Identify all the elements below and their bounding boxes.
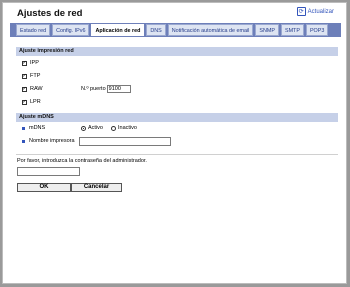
mdns-active-label: Activo [88,125,103,131]
ftp-label: FTP [30,73,41,79]
section-mdns-header: Ajuste mDNS [16,113,338,122]
section-print-header: Ajuste impresión red [16,47,338,56]
lpr-label: LPR [30,99,41,105]
port-label: N.º puerto [81,86,106,92]
ftp-row: ✓ FTP [22,73,40,79]
ipp-checkbox[interactable]: ✓ [22,60,27,66]
mdns-inactive-option[interactable]: Inactivo [111,125,137,131]
ok-button[interactable]: OK [17,183,71,192]
raw-row: ✓ RAW [22,86,43,92]
mdns-active-radio[interactable] [81,125,86,131]
page-title: Ajustes de red [17,8,83,19]
tab-pop3[interactable]: POP3 [305,24,329,36]
admin-password-input[interactable] [17,167,80,176]
ftp-checkbox[interactable]: ✓ [22,73,27,79]
ipp-row: ✓ IPP [22,60,39,66]
divider [16,154,338,155]
lpr-checkbox[interactable]: ✓ [22,99,27,105]
admin-prompt: Por favor, introduzca la contraseña del … [17,158,147,164]
tab-notificacion-email[interactable]: Notificación automática de email [167,24,254,36]
printer-name-row: Nombre impresora [22,138,75,144]
tab-dns[interactable]: DNS [146,24,166,36]
settings-page: Ajustes de red ⟳ Actualizar Estado red C… [2,2,347,284]
refresh-link[interactable]: ⟳ Actualizar [296,7,334,16]
mdns-label: mDNS [29,125,46,131]
mdns-active-option[interactable]: Activo [81,125,103,131]
port-row: N.º puerto 9100 [81,85,131,93]
tab-list: Estado red Config. IPv6 Aplicación de re… [16,24,329,36]
refresh-icon: ⟳ [296,7,306,16]
bullet-icon [22,139,25,143]
raw-checkbox[interactable]: ✓ [22,86,27,92]
raw-label: RAW [30,86,43,92]
cancel-button[interactable]: Cancelar [71,183,122,192]
tab-aplicacion-de-red[interactable]: Aplicación de red [91,24,145,36]
bullet-icon [22,126,25,130]
tab-smtp[interactable]: SMTP [280,24,304,36]
tab-config-ipv6[interactable]: Config. IPv6 [52,24,90,36]
ipp-label: IPP [30,60,39,66]
printer-name-input[interactable] [79,137,171,146]
mdns-row: mDNS [22,125,45,131]
printer-name-label: Nombre impresora [29,138,75,144]
mdns-inactive-label: Inactivo [118,125,137,131]
tab-estado-red[interactable]: Estado red [16,24,51,36]
port-input[interactable]: 9100 [106,85,131,93]
lpr-row: ✓ LPR [22,99,41,105]
mdns-inactive-radio[interactable] [111,125,116,131]
tab-snmp[interactable]: SNMP [255,24,279,36]
refresh-label: Actualizar [307,8,334,15]
